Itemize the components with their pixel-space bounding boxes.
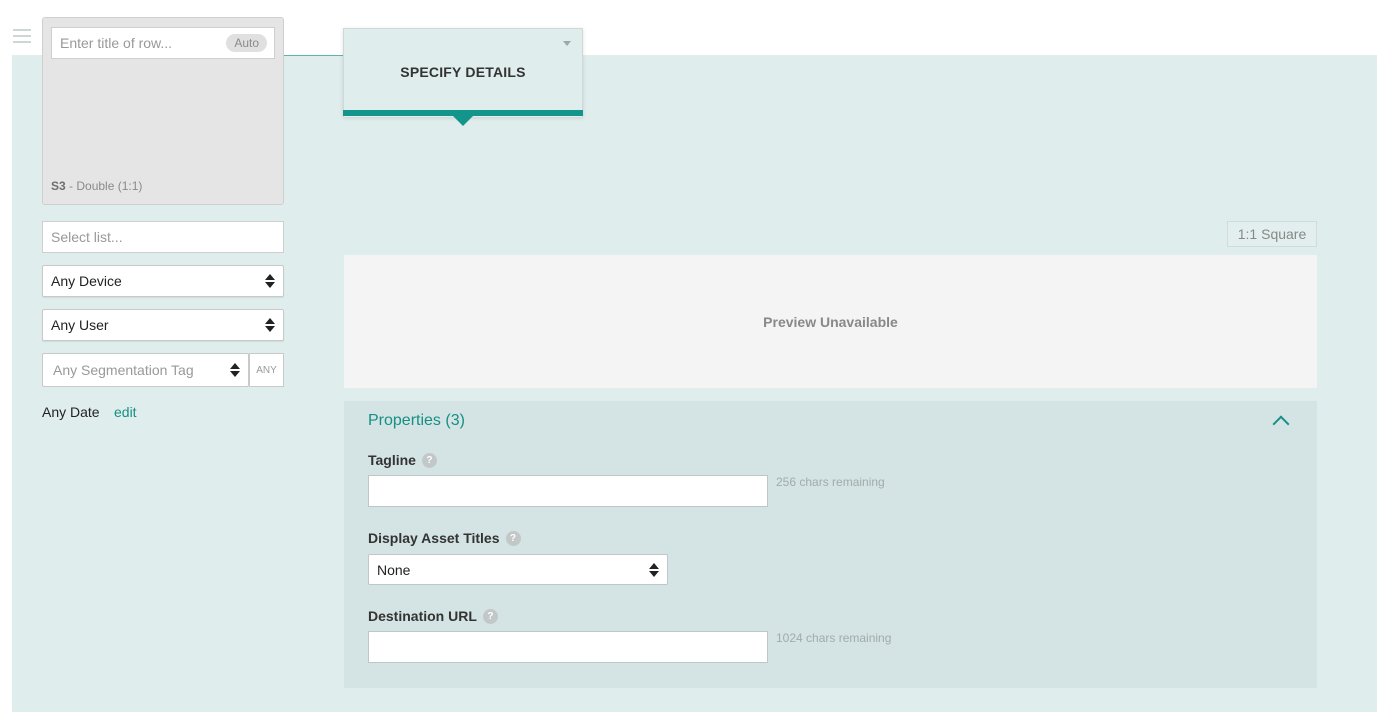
row-card[interactable]: Auto S3 - Double (1:1) <box>42 17 284 205</box>
auto-badge[interactable]: Auto <box>226 34 267 52</box>
connector-line <box>283 55 345 56</box>
segmentation-tag-select[interactable]: Any Segmentation Tag <box>42 353 249 387</box>
slot-description: - Double (1:1) <box>65 179 143 193</box>
menu-icon[interactable] <box>13 29 31 45</box>
up-down-arrows-icon <box>265 274 275 288</box>
tab-specify-details[interactable]: SPECIFY DETAILS <box>343 28 583 117</box>
segmentation-filter: Any Segmentation Tag ANY <box>42 353 284 387</box>
segmentation-match-button[interactable]: ANY <box>249 353 284 387</box>
help-icon[interactable]: ? <box>505 530 521 546</box>
select-list-placeholder: Select list... <box>51 229 123 245</box>
tagline-input[interactable] <box>368 475 768 507</box>
help-icon[interactable]: ? <box>421 452 437 468</box>
up-down-arrows-icon <box>649 562 659 577</box>
destination-url-input[interactable] <box>368 631 768 663</box>
up-down-arrows-icon <box>230 363 240 377</box>
row-slot-info: S3 - Double (1:1) <box>51 179 142 193</box>
chevron-up-icon[interactable] <box>1272 415 1290 433</box>
user-select[interactable]: Any User <box>42 309 284 341</box>
tagline-chars-remaining: 256 chars remaining <box>776 475 885 489</box>
user-select-value: Any User <box>51 317 109 333</box>
device-select-value: Any Device <box>51 273 122 289</box>
device-select[interactable]: Any Device <box>42 265 284 297</box>
destination-url-chars-remaining: 1024 chars remaining <box>776 631 892 645</box>
tagline-label-text: Tagline <box>368 452 416 468</box>
select-list-input[interactable]: Select list... <box>42 221 284 253</box>
destination-url-label: Destination URL ? <box>368 608 498 624</box>
preview-message: Preview Unavailable <box>763 313 898 330</box>
preview-area: Preview Unavailable <box>344 255 1317 388</box>
page: Auto S3 - Double (1:1) Select list... An… <box>0 0 1387 721</box>
display-asset-titles-label: Display Asset Titles ? <box>368 530 521 546</box>
display-asset-titles-value: None <box>377 561 411 578</box>
properties-panel: Properties (3) Tagline ? 256 chars remai… <box>344 401 1317 688</box>
tagline-label: Tagline ? <box>368 452 437 468</box>
display-asset-titles-label-text: Display Asset Titles <box>368 530 500 546</box>
row-title-field: Auto <box>51 27 275 59</box>
date-filter-label: Any Date <box>42 404 100 420</box>
date-edit-link[interactable]: edit <box>114 404 137 420</box>
display-asset-titles-select[interactable]: None <box>368 554 668 585</box>
tab-pointer-icon <box>453 116 473 126</box>
properties-title[interactable]: Properties (3) <box>368 412 465 430</box>
up-down-arrows-icon <box>265 318 275 332</box>
help-icon[interactable]: ? <box>482 608 498 624</box>
segmentation-placeholder: Any Segmentation Tag <box>53 362 194 378</box>
slot-code: S3 <box>51 179 66 193</box>
aspect-ratio-badge: 1:1 Square <box>1227 221 1317 247</box>
tab-label: SPECIFY DETAILS <box>400 64 526 80</box>
caret-down-icon[interactable] <box>563 41 571 46</box>
destination-url-label-text: Destination URL <box>368 608 477 624</box>
